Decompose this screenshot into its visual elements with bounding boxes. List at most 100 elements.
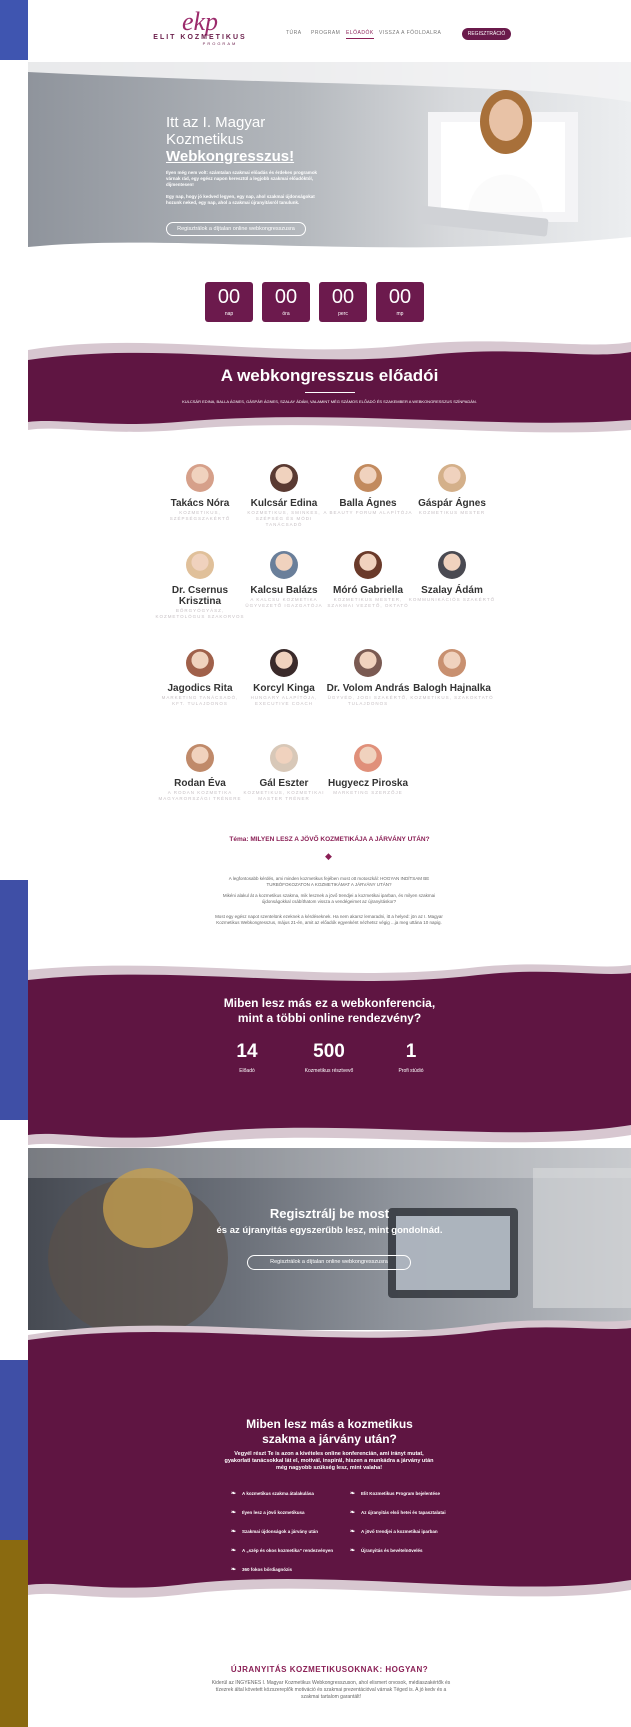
feature-item-text: Az újranyitás első hetei és tapasztalata… [361, 1510, 446, 1515]
hero-section: Itt az I. Magyar Kozmetikus Webkongressz… [28, 62, 631, 262]
speaker-photo [270, 551, 298, 579]
speaker-description: MARKETING TANÁCSADÓ, KFT. TULAJDONOS [161, 695, 239, 706]
hero-title-line2: Kozmetikus [166, 131, 244, 148]
stat-label: Kozmetikus résztvevő [304, 1068, 354, 1074]
leaf-icon: ❧ [231, 1529, 237, 1535]
speakers-band: A webkongresszus előadói KULCSÁR EDINA, … [28, 366, 631, 404]
speaker-photo [270, 464, 298, 492]
diff-title-line2: mint a többi online rendezvény? [237, 1011, 422, 1025]
feature-item-text: Elit Kozmetikus Program bejelentése [361, 1491, 441, 1496]
countdown-minutes: 00 perc [319, 282, 367, 322]
speaker-photo [186, 464, 214, 492]
leaf-icon: ❧ [350, 1491, 356, 1497]
after-title-line1: Miben lesz más a kozmetikus [246, 1417, 413, 1431]
outer-background-strip [0, 880, 30, 1120]
stat-number: 500 [313, 1041, 345, 1062]
nav-item-vissza[interactable]: VISSZA A FŐOLDALRA [379, 30, 441, 36]
feature-item: ❧ Ilyen lesz a jövő kozmetikusa [231, 1510, 351, 1516]
hero-paragraph-1: Ilyen még nem volt: számtalan szakmai el… [166, 170, 318, 187]
speaker-photo [186, 649, 214, 677]
bottom-title: ÚJRANYITÁS KOZMETIKUSOKNAK: HOGYAN? [230, 1665, 429, 1674]
speaker-description: ÜGYVÉD, JOGI SZAKÉRTŐ, TULAJDONOS [327, 695, 409, 706]
speaker-photo [438, 464, 466, 492]
outer-background-strip [0, 1360, 30, 1540]
speaker-description: KOZMETIKUS MESTER [418, 510, 486, 515]
countdown-label: óra [282, 311, 290, 317]
speaker-photo [438, 551, 466, 579]
countdown-days: 00 nap [205, 282, 253, 322]
leaf-icon: ❧ [231, 1510, 237, 1516]
stat-number: 14 [236, 1041, 258, 1062]
logo-subtext: PROGRAM [202, 41, 238, 46]
countdown-value: 00 [274, 286, 298, 308]
feature-item-text: A kozmetikus szakma átalakulása [242, 1491, 314, 1496]
logo-text: ELIT KOZMETIKUS [153, 34, 247, 41]
speaker-photo [270, 649, 298, 677]
leaf-icon: ❧ [350, 1510, 356, 1516]
speakers-subtitle: KULCSÁR EDINA, BALLA ÁGNES, GÁSPÁR ÁGNES… [182, 399, 477, 404]
leaf-icon: ❧ [350, 1548, 356, 1554]
leaf-icon: ❧ [350, 1529, 356, 1535]
speaker-photo [438, 649, 466, 677]
countdown-value: 00 [331, 286, 355, 308]
hero-register-button[interactable]: Regisztrálok a díjtalan online webkongre… [166, 222, 306, 236]
nav-item-tura[interactable]: TÚRA [286, 30, 302, 36]
stat-number: 1 [405, 1041, 417, 1062]
leaf-icon: ❧ [231, 1491, 237, 1497]
logo[interactable]: ekp ELIT KOZMETIKUS PROGRAM [152, 9, 248, 54]
theme-paragraph-1: A legfontosabb kérdés, ami minden kozmet… [228, 876, 430, 887]
feature-item: ❧ A jövő trendjei a kozmetikai iparban [350, 1529, 470, 1535]
speaker-photo [270, 744, 298, 772]
outer-background-strip [0, 0, 30, 60]
register-cta-button[interactable]: Regisztrálok a díjtalan online webkongre… [247, 1255, 411, 1270]
countdown-seconds: 00 mp [376, 282, 424, 322]
leaf-icon: ❧ [231, 1567, 237, 1573]
diff-title-line1: Miben lesz más ez a webkonferencia, [223, 996, 436, 1010]
after-title-line2: szakma a járvány után? [262, 1432, 397, 1446]
countdown-label: perc [338, 311, 348, 317]
stat-label: Előadó [239, 1068, 255, 1074]
title-divider [304, 392, 355, 393]
speaker-photo [186, 744, 214, 772]
feature-item-text: 360 fokos bőrdiagnózis [242, 1567, 293, 1572]
speaker-photo [186, 551, 214, 579]
speaker-description: KOZMETIKUS, SMINKES, SZÉPSÉG ÉS MÓDI TAN… [247, 510, 321, 527]
hero-title: Itt az I. Magyar Kozmetikus Webkongressz… [166, 114, 294, 165]
feature-item-text: Ilyen lesz a jövő kozmetikusa [242, 1510, 305, 1515]
speakers-title: A webkongresszus előadói [220, 366, 439, 385]
speaker-name: Hugyecz Piroska [327, 778, 409, 789]
speaker-description: A RODAN KOZMETIKA MAGYARORSZÁGI TRÉNERE [158, 790, 242, 801]
speaker-description: MARKETING SZERZŐJE [333, 790, 403, 795]
landing-page: ekp ELIT KOZMETIKUS PROGRAM TÚRA PROGRAM… [28, 0, 631, 1727]
speaker-photo [354, 744, 382, 772]
after-title: Miben lesz más a kozmetikus szakma a jár… [28, 1417, 631, 1447]
nav-item-eloadok[interactable]: ELŐADÓK [346, 30, 374, 39]
speaker-description: BŐRGYÓGYÁSZ, KOZMETOLÓGUS SZAKORVOS [155, 608, 245, 619]
speaker-name: Szalay Ádám [421, 585, 483, 596]
countdown-label: nap [224, 311, 234, 317]
outer-background-strip [0, 60, 30, 880]
top-nav: ekp ELIT KOZMETIKUS PROGRAM TÚRA PROGRAM… [28, 0, 631, 66]
hero-paragraph-2: Egy nap, hogy jó kedved legyen, egy nap,… [166, 194, 315, 205]
speaker-photo [354, 649, 382, 677]
theme-paragraph-2: Mikéni alakul át a kozmetikus szakma, mi… [222, 893, 436, 904]
feature-item: ❧ Elit Kozmetikus Program bejelentése [350, 1491, 470, 1497]
theme-title: Téma: MILYEN LESZ A JÖVŐ KOZMETIKÁJA A J… [229, 836, 430, 843]
feature-item: ❧ A kozmetikus szakma átalakulása [231, 1491, 351, 1497]
feature-item: ❧ Az újranyitás első hetei és tapasztalat… [350, 1510, 470, 1516]
countdown-hours: 00 óra [262, 282, 310, 322]
nav-item-program[interactable]: PROGRAM [311, 30, 340, 36]
register-button[interactable]: REGISZTRÁCIÓ [462, 28, 511, 40]
feature-item-text: Újranyitás és bevételnövelés [361, 1548, 423, 1553]
speaker-description: KOMMUNIKÁCIÓS SZAKÉRTŐ [408, 597, 496, 602]
speaker-description: A KALCSU KOZMETIKA ÜGYVEZETŐ IGAZGATÓJA [245, 597, 323, 608]
feature-item-text: A „szép és okos kozmetika” rendezvényen [242, 1548, 334, 1553]
speaker-description: KOZMETIKUS, SZÉPSÉGSZAKÉRTŐ [169, 510, 231, 521]
feature-item-text: Szakmai újdonságok a járvány után [242, 1529, 319, 1534]
feature-item-text: A jövő trendjei a kozmetikai iparban [361, 1529, 438, 1534]
leaf-icon: ❧ [231, 1548, 237, 1554]
diamond-icon: ◆ [325, 851, 332, 861]
hero-title-line3: Webkongresszus! [166, 148, 295, 165]
speaker-description: HUNGARY ALAPÍTÓJA, EXECUTIVE COACH [250, 695, 318, 706]
countdown-label: mp [396, 311, 404, 317]
